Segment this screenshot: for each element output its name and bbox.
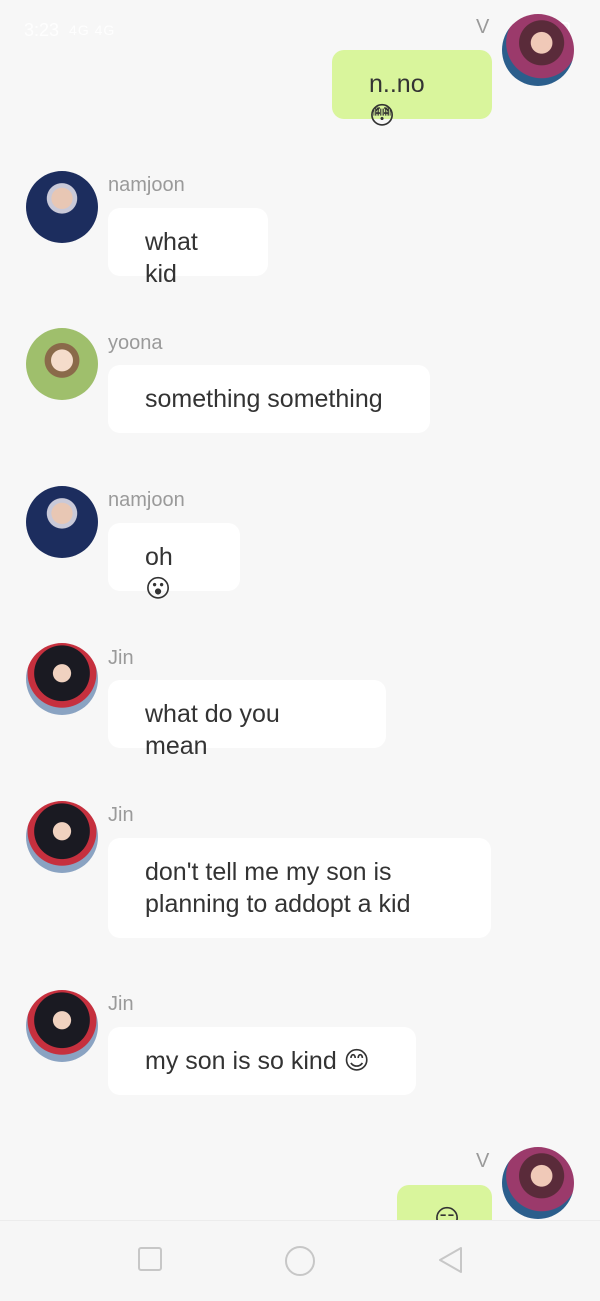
avatar-v[interactable] [502,1147,574,1219]
avatar-jin[interactable] [26,643,98,715]
message-bubble[interactable]: n..no 😳 [332,50,492,130]
square-recents-icon[interactable] [136,1245,164,1278]
sender-name: namjoon [108,174,185,196]
sender-name: Jin [108,993,134,1015]
status-time: 3:23 [24,19,60,40]
sender-name: Jin [108,647,134,669]
message-bubble[interactable]: don't tell me my son is planning to addo… [108,838,491,938]
avatar-yoona[interactable] [26,328,98,400]
sender-name: V [476,16,490,38]
status-bar: 3:23 4G 4G [24,18,115,42]
message-bubble[interactable]: what do you mean [108,680,386,760]
message-bubble[interactable]: what kid [108,208,268,288]
circle-home-icon[interactable] [284,1245,316,1282]
message-bubble[interactable]: something something [108,365,430,433]
sender-name: Jin [108,804,134,826]
sender-name: yoona [108,332,163,354]
signal-icon: 4G 4G [69,22,116,38]
message-bubble[interactable]: oh 😮 [108,523,240,603]
avatar-namjoon[interactable] [26,171,98,243]
sender-name: namjoon [108,489,185,511]
triangle-back-icon[interactable] [436,1245,464,1280]
avatar-jin[interactable] [26,801,98,873]
avatar-jin[interactable] [26,990,98,1062]
message-bubble[interactable]: my son is so kind 😊 [108,1027,416,1095]
avatar-v[interactable] [502,14,574,86]
navigation-bar [0,1220,600,1301]
sender-name: V [476,1150,490,1172]
avatar-namjoon[interactable] [26,486,98,558]
